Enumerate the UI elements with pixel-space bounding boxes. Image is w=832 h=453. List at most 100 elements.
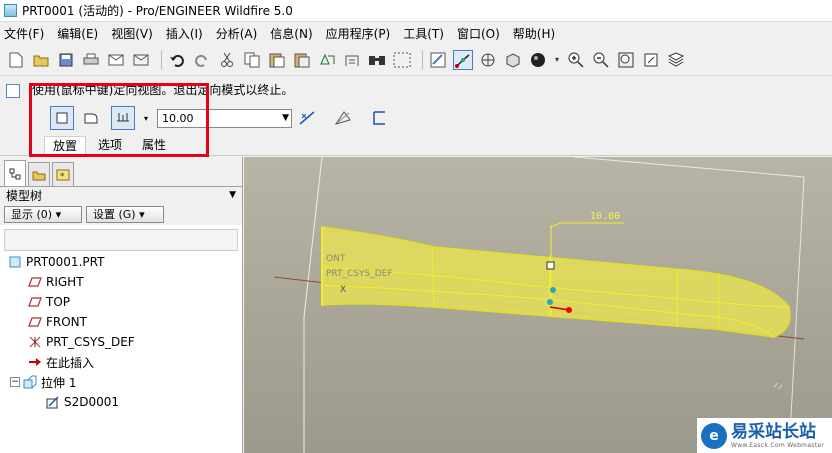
axis-label: X xyxy=(340,285,346,295)
settings-button[interactable]: 设置 (G) ▾ xyxy=(86,205,164,223)
shading-sphere-icon[interactable] xyxy=(528,50,548,70)
spin-center-icon[interactable] xyxy=(453,49,473,70)
layers-icon[interactable] xyxy=(666,50,686,70)
show-button[interactable]: 显示 (0) ▾ xyxy=(4,205,82,223)
spin-center-marker xyxy=(773,382,783,390)
3d-model-icon[interactable] xyxy=(503,50,523,70)
highlight-annotation-box xyxy=(29,83,209,157)
menu-tools[interactable]: 工具(T) xyxy=(403,25,444,42)
tree-item-label: S2D0001 xyxy=(64,395,120,409)
graphics-window[interactable]: 10.00 ONT PRT_CSYS_DEF X e 易采站长站 Www.Eas… xyxy=(244,157,832,453)
menu-edit[interactable]: 编辑(E) xyxy=(57,25,98,42)
flip-direction-icon[interactable] xyxy=(297,106,317,130)
tree-item-top[interactable]: TOP xyxy=(0,292,243,312)
menu-applications[interactable]: 应用程序(P) xyxy=(326,25,391,42)
mail-attachment-icon[interactable] xyxy=(131,50,151,70)
menu-view[interactable]: 视图(V) xyxy=(111,25,153,42)
copy-icon[interactable] xyxy=(242,50,262,70)
refit-icon[interactable] xyxy=(616,50,636,70)
extruded-part[interactable] xyxy=(321,226,791,338)
zoom-in-icon[interactable] xyxy=(566,50,586,70)
model-tree-tab-icon[interactable] xyxy=(4,160,26,186)
svg-text:*: * xyxy=(60,172,65,181)
regeneration-manager-icon[interactable] xyxy=(342,50,362,70)
tree-item-sketch[interactable]: S2D0001 xyxy=(0,392,243,412)
new-file-icon[interactable] xyxy=(6,50,26,70)
chevron-down-icon[interactable]: ▼ xyxy=(229,190,236,200)
watermark-subtext: Www.Easck.Com Webmaster xyxy=(731,441,825,449)
sketch-icon xyxy=(46,395,60,409)
remove-material-icon[interactable] xyxy=(332,106,354,130)
window-title: PRT0001 (活动的) - Pro/ENGINEER Wildfire 5.… xyxy=(22,4,293,18)
undo-icon[interactable] xyxy=(167,50,187,70)
watermark-e-icon: e xyxy=(701,422,727,449)
regenerate-icon[interactable] xyxy=(317,50,337,70)
navigator-pane: * 模型树 ▼ 显示 (0) ▾ 设置 (G) ▾ PRT0001.PRT RI… xyxy=(0,157,243,453)
insert-here-arrow-icon xyxy=(28,355,42,369)
watermark-text: 易采站长站 xyxy=(731,421,816,442)
datum-plane-icon xyxy=(28,315,42,329)
datum-plane-icon xyxy=(28,275,42,289)
tree-item-label: 拉伸 1 xyxy=(41,375,77,390)
dimension-label[interactable]: 10.00 xyxy=(590,211,620,222)
tree-item-label: FRONT xyxy=(46,315,87,329)
menu-insert[interactable]: 插入(I) xyxy=(166,25,203,42)
redo-icon[interactable] xyxy=(192,50,212,70)
drag-handle-cyan[interactable] xyxy=(547,299,553,305)
tree-item-part[interactable]: PRT0001.PRT xyxy=(0,252,243,272)
drag-handle-cyan[interactable] xyxy=(550,287,556,293)
tree-item-label: RIGHT xyxy=(46,275,84,289)
tree-item-label: PRT_CSYS_DEF xyxy=(46,335,135,349)
saved-views-icon[interactable] xyxy=(641,50,661,70)
send-mail-icon[interactable] xyxy=(106,50,126,70)
tree-item-label: TOP xyxy=(46,295,71,309)
model-tree-title: 模型树 xyxy=(6,188,43,203)
dropdown-arrow-icon[interactable]: ▼ xyxy=(282,110,289,127)
save-icon[interactable] xyxy=(56,50,76,70)
chevron-down-icon[interactable]: ▾ xyxy=(553,50,561,70)
direction-arrow-tip[interactable] xyxy=(566,307,572,313)
open-folder-icon[interactable] xyxy=(31,50,51,70)
model-tree: PRT0001.PRT RIGHT TOP FRONT PRT_CSYS_DEF… xyxy=(0,252,243,412)
extrude-dashboard: 使用(鼠标中键)定向视图。退出定向模式以终止。 ▾ 10.00 ▼ 放置 选项 … xyxy=(0,76,832,157)
folder-browser-tab-icon[interactable] xyxy=(28,162,50,186)
navigator-tabs: * xyxy=(0,157,242,187)
menu-analysis[interactable]: 分析(A) xyxy=(216,25,258,42)
menu-file[interactable]: 文件(F) xyxy=(4,25,44,42)
model-tree-filter-bar[interactable] xyxy=(4,229,238,251)
app-icon xyxy=(4,4,17,17)
drag-handle[interactable] xyxy=(546,261,555,270)
model-tree-buttons: 显示 (0) ▾ 设置 (G) ▾ xyxy=(0,203,242,225)
zoom-out-icon[interactable] xyxy=(591,50,611,70)
main-toolbar: ▾ xyxy=(0,44,832,76)
csys-icon xyxy=(28,335,42,349)
model-graphics[interactable]: 10.00 ONT PRT_CSYS_DEF X xyxy=(244,157,832,453)
selection-box-icon[interactable] xyxy=(392,50,412,70)
cut-icon[interactable] xyxy=(217,50,237,70)
print-icon[interactable] xyxy=(81,50,101,70)
tree-item-insert-here[interactable]: 在此插入 xyxy=(0,352,243,372)
thicken-sketch-icon[interactable] xyxy=(368,106,390,130)
title-bar: PRT0001 (活动的) - Pro/ENGINEER Wildfire 5.… xyxy=(0,0,832,22)
find-icon[interactable] xyxy=(367,50,387,70)
tree-item-front[interactable]: FRONT xyxy=(0,312,243,332)
menu-info[interactable]: 信息(N) xyxy=(270,25,312,42)
tree-item-label: 在此插入 xyxy=(46,355,95,370)
menu-bar: 文件(F) 编辑(E) 视图(V) 插入(I) 分析(A) 信息(N) 应用程序… xyxy=(0,22,832,44)
menu-help[interactable]: 帮助(H) xyxy=(513,25,555,42)
paste-icon[interactable] xyxy=(267,50,287,70)
expand-minus-icon[interactable]: − xyxy=(10,377,20,387)
tree-item-extrude[interactable]: − 拉伸 1 xyxy=(0,372,243,392)
tree-item-label: PRT0001.PRT xyxy=(26,255,105,269)
tree-item-csys[interactable]: PRT_CSYS_DEF xyxy=(0,332,243,352)
repaint-icon[interactable] xyxy=(428,50,448,70)
orient-mode-icon[interactable] xyxy=(478,50,498,70)
csys-label: PRT_CSYS_DEF xyxy=(326,269,393,279)
paste-special-icon[interactable] xyxy=(292,50,312,70)
part-icon xyxy=(8,255,22,269)
menu-window[interactable]: 窗口(O) xyxy=(457,25,500,42)
favorites-tab-icon[interactable]: * xyxy=(52,162,74,186)
tree-item-right[interactable]: RIGHT xyxy=(0,272,243,292)
datum-plane-icon xyxy=(28,295,42,309)
dimension-leader xyxy=(550,222,624,228)
